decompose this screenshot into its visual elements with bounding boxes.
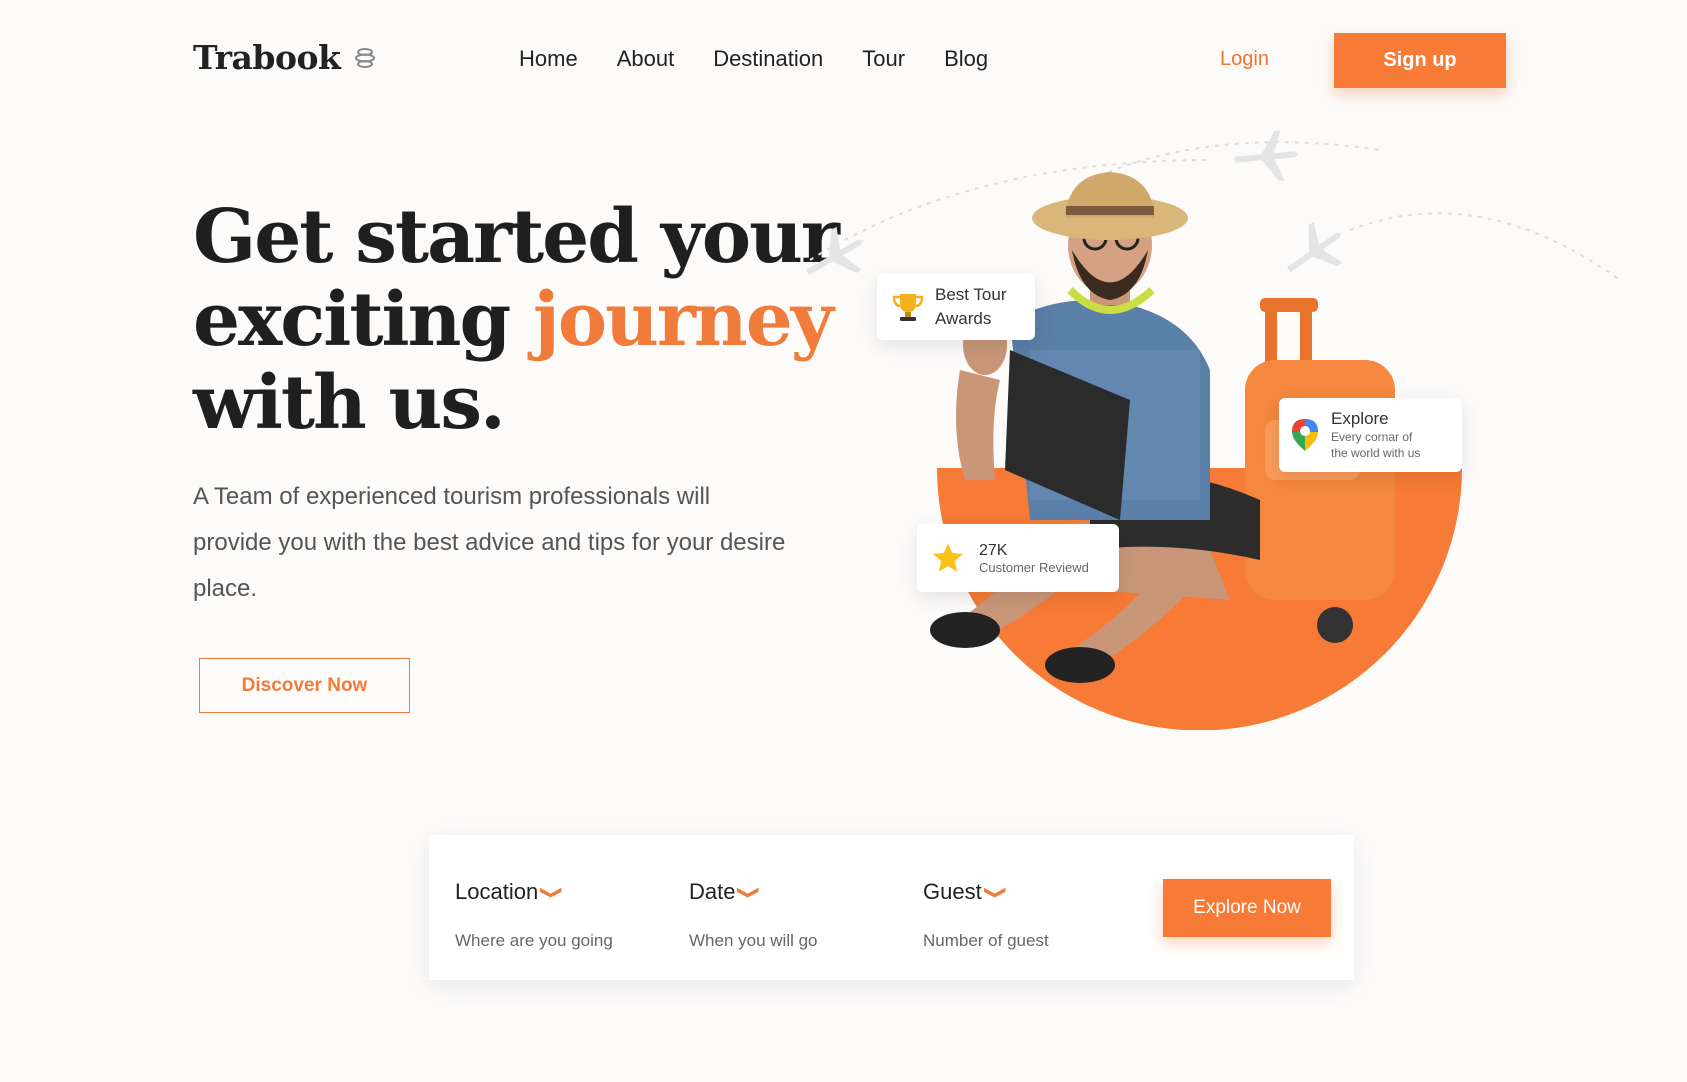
signup-button[interactable]: Sign up: [1334, 33, 1506, 88]
guest-label-row: Guest ❯: [923, 879, 1049, 905]
chevron-down-icon[interactable]: ❯: [983, 884, 1008, 899]
headline-line-1: Get started your: [193, 194, 840, 280]
nav-destination[interactable]: Destination: [713, 46, 823, 72]
chevron-down-icon[interactable]: ❯: [539, 884, 564, 899]
nav-tour[interactable]: Tour: [862, 46, 905, 72]
search-panel: Location ❯ Where are you going Date ❯ Wh…: [429, 835, 1354, 980]
reviews-label: Customer Reviewd: [979, 559, 1089, 575]
login-link[interactable]: Login: [1220, 48, 1269, 71]
flight-path: [1349, 212, 1621, 281]
nav-about[interactable]: About: [617, 46, 675, 72]
brand-name: Trabook: [193, 38, 341, 77]
explore-now-button[interactable]: Explore Now: [1163, 879, 1331, 937]
globe-stack-icon: [355, 47, 376, 68]
date-label: Date: [689, 879, 736, 904]
chevron-down-icon[interactable]: ❯: [736, 884, 762, 899]
nav-blog[interactable]: Blog: [944, 46, 988, 72]
nav-home[interactable]: Home: [519, 46, 578, 72]
brand-logo[interactable]: Trabook: [193, 38, 378, 77]
location-label: Location: [455, 879, 539, 904]
headline-line-2a: exciting: [193, 277, 511, 363]
date-label-row: Date ❯: [689, 879, 818, 905]
date-field[interactable]: Date ❯ When you will go: [689, 879, 818, 951]
explore-title: Explore: [1331, 409, 1389, 428]
awards-card: Best Tour Awards: [877, 274, 1035, 340]
guest-hint: Number of guest: [923, 931, 1049, 950]
airplane-icon: [1234, 130, 1299, 181]
airplane-icon: [1286, 221, 1343, 273]
explore-card: Explore Every cornar of the world with u…: [1279, 398, 1462, 472]
hero-description: A Team of experienced tourism profession…: [193, 483, 786, 602]
awards-line-1: Best Tour: [935, 285, 1007, 304]
hero-headline: Get started your exciting journey with u…: [193, 196, 843, 445]
star-icon: [933, 543, 963, 572]
discover-now-button[interactable]: Discover Now: [199, 658, 410, 713]
explore-line-1: Every cornar of: [1331, 430, 1413, 444]
map-pin-icon: [1292, 419, 1318, 451]
headline-accent: journey: [532, 277, 834, 363]
main-nav: Home About Destination Tour Blog: [519, 46, 988, 72]
guest-field[interactable]: Guest ❯ Number of guest: [923, 879, 1049, 951]
location-hint: Where are you going: [455, 931, 613, 950]
reviews-count: 27K: [979, 541, 1008, 559]
reviews-card: 27K Customer Reviewd: [917, 524, 1119, 592]
date-hint: When you will go: [689, 931, 818, 950]
headline-line-3: with us.: [193, 360, 506, 446]
location-label-row: Location ❯: [455, 879, 613, 905]
trophy-icon: [892, 294, 924, 321]
location-field[interactable]: Location ❯ Where are you going: [455, 879, 613, 951]
explore-line-2: the world with us: [1331, 446, 1421, 460]
awards-line-2: Awards: [935, 309, 992, 328]
guest-label: Guest: [923, 879, 982, 904]
hero-illustration: [806, 130, 1621, 730]
